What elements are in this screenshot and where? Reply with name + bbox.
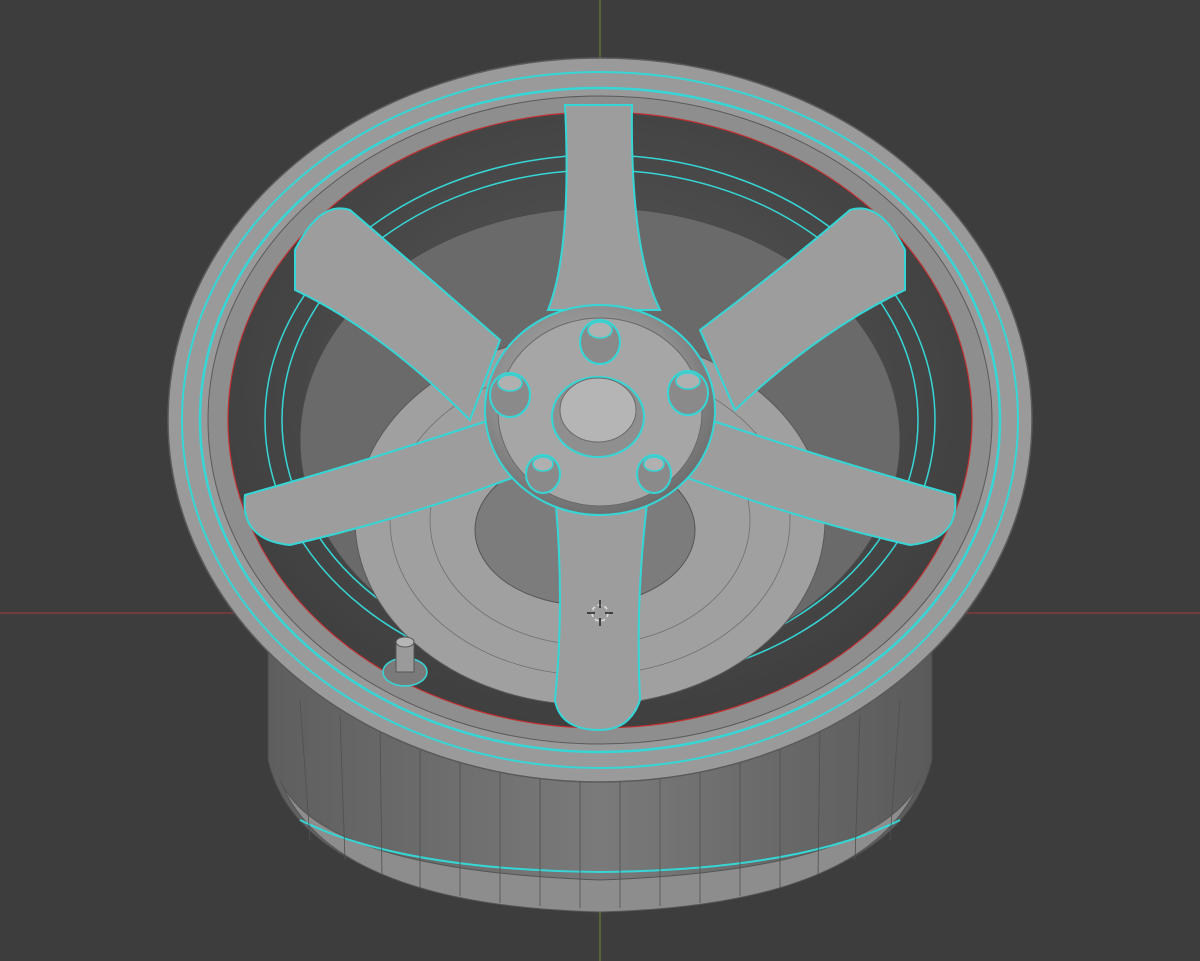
lug-nut-1 <box>579 319 621 365</box>
center-bore-cap <box>559 377 637 443</box>
lug-nut-3 <box>667 370 709 416</box>
spoke-bottom <box>553 494 650 732</box>
lug-nut-4 <box>525 454 561 494</box>
viewport-canvas[interactable] <box>0 0 1200 961</box>
3d-viewport[interactable] <box>0 0 1200 961</box>
lug-nut-5 <box>636 454 672 494</box>
wheel-model[interactable] <box>167 57 1033 913</box>
lug-nut-2 <box>489 372 531 418</box>
